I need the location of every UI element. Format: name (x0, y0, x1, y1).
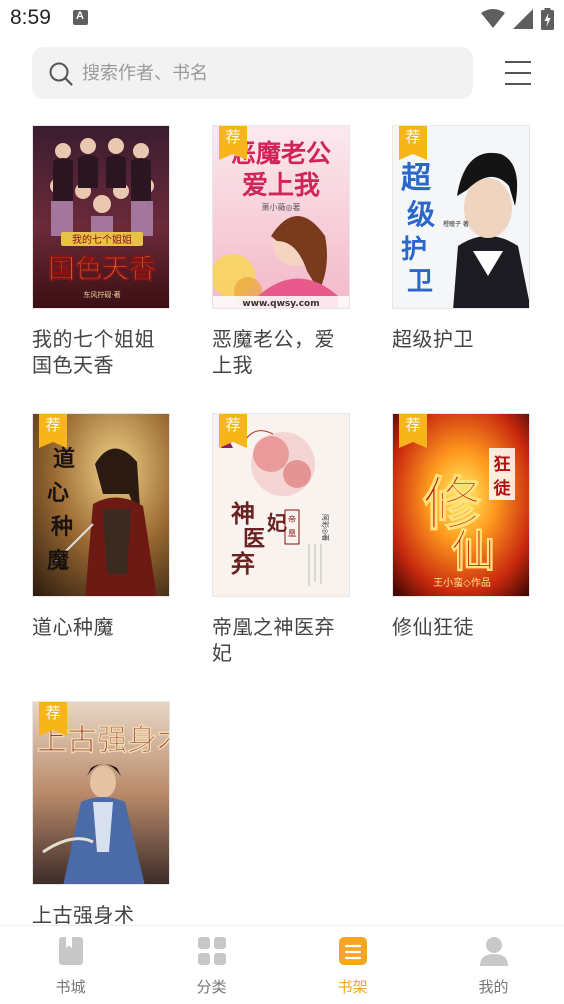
recommend-badge: 荐 (219, 414, 247, 448)
menu-icon[interactable] (503, 58, 533, 88)
book-item[interactable]: 道 心 种 魔 荐 道心种魔 (32, 413, 172, 673)
cover-small-1: 帝 (288, 514, 296, 524)
bookstore-icon (58, 937, 83, 965)
profile-icon (479, 937, 508, 966)
book-cover[interactable]: 神 医 妃 弃 帝 凰 阿彩◎著 荐 (212, 413, 350, 597)
category-grid-icon (197, 937, 226, 965)
cover-subtitle: 我的七个姐姐 (72, 233, 132, 246)
cover-title-line2: 爱上我 (242, 171, 320, 201)
book-title[interactable]: 超级护卫 (392, 326, 532, 352)
cover-title-line1: 神 (231, 499, 255, 528)
search-input[interactable] (82, 47, 462, 99)
book-item[interactable]: 上古强身术 荐 上古强身术 (32, 701, 172, 925)
cover-small-2: 徒 (493, 478, 512, 499)
book-cover[interactable]: 道 心 种 魔 荐 (32, 413, 170, 597)
book-item[interactable]: 神 医 妃 弃 帝 凰 阿彩◎著 荐 帝凰之神医弃妃 (212, 413, 352, 673)
book-title[interactable]: 我的七个姐姐国色天香 (32, 326, 172, 378)
book-item[interactable]: 超 级 护 卫 橙瞳子 著 荐 超级护卫 (392, 125, 532, 385)
search-icon (49, 62, 73, 86)
book-title[interactable]: 修仙狂徒 (392, 614, 532, 640)
book-item[interactable]: 我的七个姐姐 国色天香 东风拧砚·著 我的七个姐姐国色天香 (32, 125, 172, 385)
status-icons (481, 8, 554, 30)
book-cover[interactable]: 超 级 护 卫 橙瞳子 著 荐 (392, 125, 530, 309)
nav-label: 书城 (55, 978, 86, 996)
cover-title-line3: 种 (51, 514, 73, 540)
nav-item-bookshelf[interactable]: 书架 (282, 926, 423, 1004)
recommend-badge: 荐 (219, 126, 247, 160)
cover-small-2: 凰 (288, 529, 296, 538)
cover-title-line4: 卫 (407, 267, 433, 297)
signal-icon (513, 9, 533, 29)
book-cover[interactable]: 修 仙 狂 徒 王小蛮◇作品 荐 (392, 413, 530, 597)
cover-author: 萧小薇◎著 (262, 202, 301, 212)
book-title[interactable]: 恶魔老公，爱上我 (212, 326, 352, 378)
cover-author: 东风拧砚·著 (83, 290, 120, 299)
wifi-icon (481, 9, 505, 28)
nav-label: 书架 (337, 978, 368, 996)
cover-title-line3: 护 (401, 235, 427, 265)
recommend-badge: 荐 (399, 414, 427, 448)
cover-title-big2: 仙 (451, 526, 495, 577)
cover-title-line2: 级 (407, 198, 435, 231)
battery-charging-icon (541, 8, 554, 30)
nav-item-profile[interactable]: 我的 (423, 926, 564, 1004)
nav-item-category[interactable]: 分类 (141, 926, 282, 1004)
cover-footer: www.qwsy.com (242, 299, 319, 309)
text-a-icon (73, 10, 88, 25)
search-bar[interactable] (32, 47, 473, 99)
book-cover[interactable]: 我的七个姐姐 国色天香 东风拧砚·著 (32, 125, 170, 309)
cover-title-line3: 妃 (267, 511, 287, 535)
book-title[interactable]: 上古强身术 (32, 902, 172, 925)
cover-author: 橙瞳子 著 (443, 220, 469, 228)
recommend-badge: 荐 (39, 414, 67, 448)
cover-title-line4: 魔 (47, 548, 69, 574)
bookshelf-icon (338, 937, 367, 965)
recommend-badge: 荐 (39, 702, 67, 736)
cover-title: 国色天香 (48, 253, 156, 285)
cover-title-line2: 心 (47, 480, 69, 506)
status-bar: 8:59 (0, 0, 564, 38)
book-title[interactable]: 帝凰之神医弃妃 (212, 614, 352, 666)
recommend-badge: 荐 (399, 126, 427, 160)
cover-title-line1: 道 (53, 446, 75, 472)
book-cover[interactable]: 上古强身术 荐 (32, 701, 170, 885)
nav-item-bookstore[interactable]: 书城 (0, 926, 141, 1004)
book-item[interactable]: 修 仙 狂 徒 王小蛮◇作品 荐 修仙狂徒 (392, 413, 532, 673)
nav-label: 我的 (478, 978, 509, 996)
status-time: 8:59 (10, 6, 51, 29)
cover-small-1: 狂 (494, 455, 511, 475)
book-item[interactable]: 恶魔老公 爱上我 萧小薇◎著 www.qwsy.com 荐 恶魔老公，爱上我 (212, 125, 352, 385)
cover-author: 阿彩◎著 (321, 514, 330, 541)
cover-title-line1: 超 (401, 161, 432, 196)
cover-author: 王小蛮◇作品 (433, 576, 491, 589)
bottom-nav: 书城 分类 书架 我的 (0, 925, 564, 1004)
book-title[interactable]: 道心种魔 (32, 614, 172, 640)
book-cover[interactable]: 恶魔老公 爱上我 萧小薇◎著 www.qwsy.com 荐 (212, 125, 350, 309)
nav-label: 分类 (196, 978, 227, 996)
cover-title-line4: 弃 (231, 549, 255, 578)
